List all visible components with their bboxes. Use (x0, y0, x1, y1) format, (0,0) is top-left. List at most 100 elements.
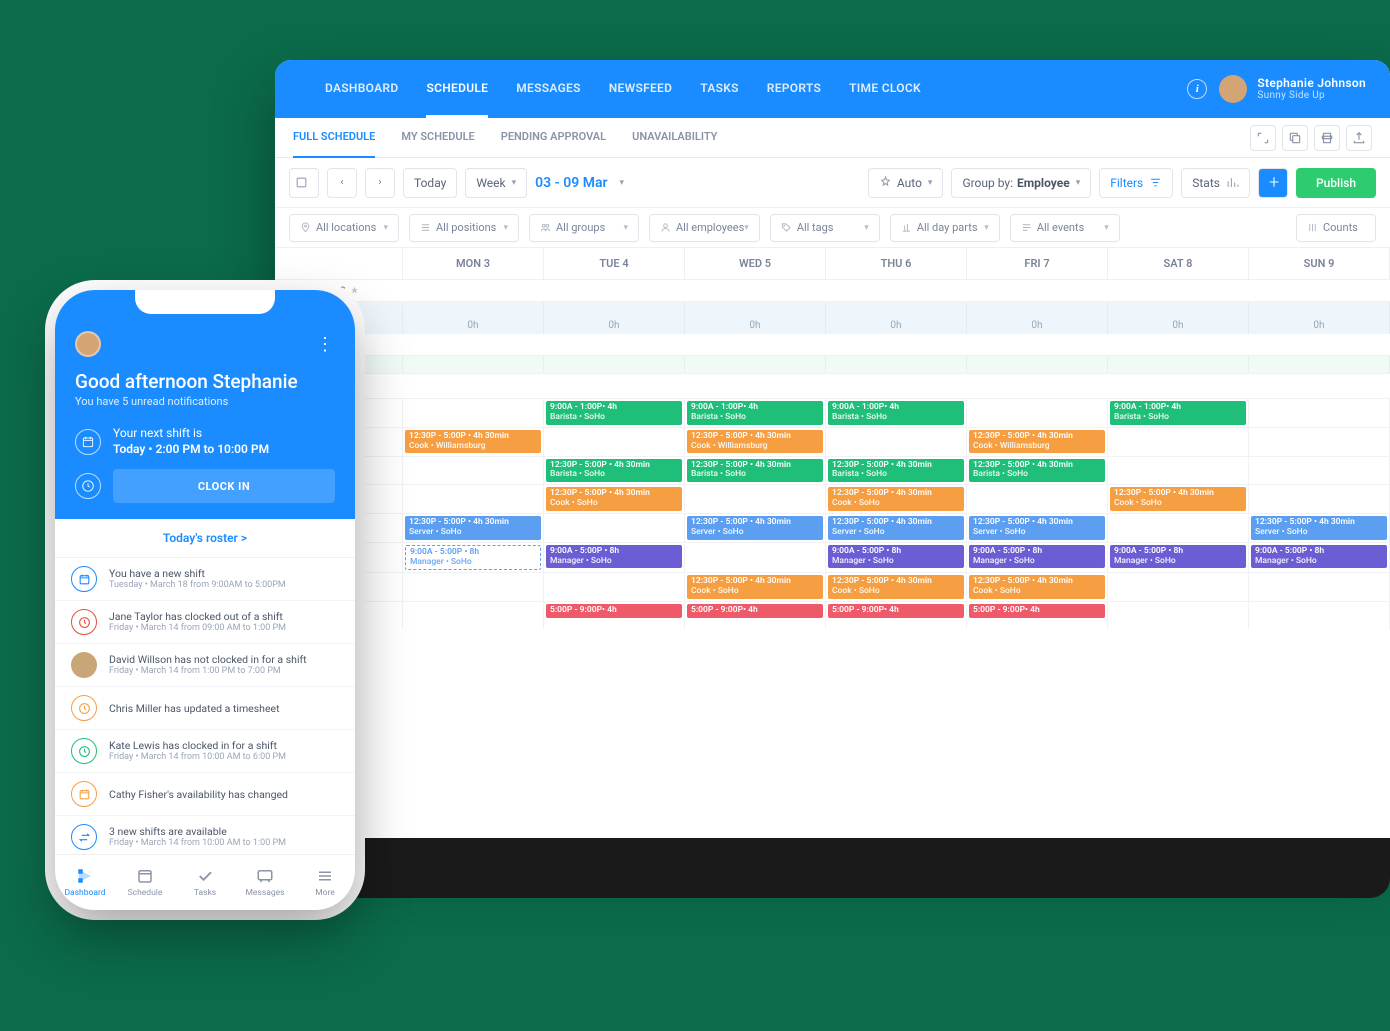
filters-button[interactable]: Filters (1099, 168, 1173, 198)
nav-schedule[interactable]: SCHEDULE (426, 61, 488, 118)
shift-cell[interactable] (403, 457, 544, 485)
checkbox-all[interactable] (289, 168, 319, 198)
range-chevron-icon[interactable]: ▾ (620, 178, 625, 188)
tab-more[interactable]: More (295, 855, 355, 910)
shift-cell[interactable] (1249, 399, 1390, 427)
shift-block[interactable]: 12:30P - 5:00P • 4h 30minCook • Williams… (969, 430, 1105, 454)
shift-cell[interactable] (685, 543, 826, 573)
shift-cell[interactable] (685, 485, 826, 513)
shift-block[interactable]: 12:30P - 5:00P • 4h 30minServer • SoHo (405, 516, 541, 540)
shift-block[interactable]: 9:00A - 1:00P• 4hBarista • SoHo (687, 401, 823, 425)
export-icon[interactable] (1346, 125, 1372, 151)
shift-cell[interactable] (544, 428, 685, 456)
nav-tasks[interactable]: TASKS (700, 61, 739, 118)
shift-cell[interactable] (403, 573, 544, 601)
shift-block[interactable]: 12:30P - 5:00P • 4h 30minCook • SoHo (1110, 487, 1246, 511)
prev-week-button[interactable]: ‹ (327, 168, 357, 198)
subnav-full-schedule[interactable]: FULL SCHEDULE (293, 117, 375, 158)
shift-cell[interactable]: 12:30P - 5:00P • 4h 30minServer • SoHo (1249, 514, 1390, 542)
shift-cell[interactable]: 9:00A - 1:00P• 4hBarista • SoHo (544, 399, 685, 427)
shift-block[interactable]: 12:30P - 5:00P • 4h 30minBarista • SoHo (546, 459, 682, 483)
filter-dayparts[interactable]: All day parts▾ (890, 214, 1000, 242)
shift-block[interactable]: 5:00P - 9:00P• 4h (828, 604, 964, 618)
notification-item[interactable]: Cathy Fisher's availability has changed (55, 773, 355, 816)
shift-cell[interactable]: 12:30P - 5:00P • 4h 30minBarista • SoHo (685, 457, 826, 485)
hours-cell[interactable]: 0h (1249, 302, 1390, 334)
shift-cell[interactable]: 5:00P - 9:00P• 4h (685, 602, 826, 629)
shift-cell[interactable]: 9:00A - 5:00P • 8hManager • SoHo (1108, 543, 1249, 573)
shift-cell[interactable] (1108, 602, 1249, 629)
shift-cell[interactable] (826, 428, 967, 456)
stats-button[interactable]: Stats (1181, 168, 1250, 198)
shift-cell[interactable] (403, 399, 544, 427)
filter-locations[interactable]: All locations▾ (289, 214, 399, 242)
shift-cell[interactable] (1249, 602, 1390, 629)
shift-cell[interactable] (1249, 457, 1390, 485)
shift-cell[interactable] (967, 485, 1108, 513)
shift-cell[interactable]: 12:30P - 5:00P • 4h 30minServer • SoHo (403, 514, 544, 542)
notification-item[interactable]: Kate Lewis has clocked in for a shiftFri… (55, 730, 355, 773)
more-menu-icon[interactable]: ⋮ (316, 334, 335, 355)
date-range[interactable]: 03 - 09 Mar (535, 175, 607, 191)
next-week-button[interactable]: › (365, 168, 395, 198)
shift-cell[interactable] (544, 573, 685, 601)
shift-cell[interactable] (967, 399, 1108, 427)
shift-block[interactable]: 9:00A - 1:00P• 4hBarista • SoHo (546, 401, 682, 425)
shift-block[interactable]: 12:30P - 5:00P • 4h 30minCook • SoHo (969, 575, 1105, 599)
shift-cell[interactable]: 12:30P - 5:00P • 4h 30minBarista • SoHo (826, 457, 967, 485)
todays-roster-link[interactable]: Today's roster > (55, 519, 355, 558)
nav-time-clock[interactable]: TIME CLOCK (849, 61, 921, 118)
hours-cell[interactable]: 0h (544, 302, 685, 334)
phone-avatar[interactable] (75, 331, 101, 357)
shift-block[interactable]: 5:00P - 9:00P• 4h (969, 604, 1105, 618)
shift-block[interactable]: 12:30P - 5:00P • 4h 30minCook • Williams… (687, 430, 823, 454)
shift-cell[interactable] (403, 602, 544, 629)
shift-block[interactable]: 12:30P - 5:00P • 4h 30minServer • SoHo (1251, 516, 1387, 540)
shift-block[interactable]: 5:00P - 9:00P• 4h (546, 604, 682, 618)
filter-events[interactable]: All events▾ (1010, 214, 1120, 242)
shift-block[interactable]: 12:30P - 5:00P • 4h 30minCook • SoHo (546, 487, 682, 511)
today-button[interactable]: Today (403, 168, 457, 198)
publish-button[interactable]: Publish (1296, 168, 1376, 198)
shift-block[interactable]: 12:30P - 5:00P • 4h 30minBarista • SoHo (969, 459, 1105, 483)
shift-cell[interactable]: 12:30P - 5:00P • 4h 30minServer • SoHo (685, 514, 826, 542)
shift-block[interactable]: 9:00A - 5:00P • 8hManager • SoHo (1110, 545, 1246, 569)
tab-dashboard[interactable]: Dashboard (55, 855, 115, 910)
hours-cell[interactable]: 0h (1108, 302, 1249, 334)
notification-item[interactable]: David Willson has not clocked in for a s… (55, 644, 355, 687)
filter-employees[interactable]: All employees▾ (649, 214, 760, 242)
subnav-unavailability[interactable]: UNAVAILABILITY (632, 117, 717, 158)
tab-messages[interactable]: Messages (235, 855, 295, 910)
shift-cell[interactable]: 9:00A - 5:00P • 8hManager • SoHo (967, 543, 1108, 573)
hours-cell[interactable]: 0h (826, 302, 967, 334)
shift-cell[interactable] (1108, 457, 1249, 485)
shift-cell[interactable]: 12:30P - 5:00P • 4h 30minCook • Williams… (685, 428, 826, 456)
shift-cell[interactable]: 9:00A - 5:00P • 8hManager • SoHo (1249, 543, 1390, 573)
shift-block[interactable]: 9:00A - 5:00P • 8hManager • SoHo (405, 545, 541, 571)
hours-cell[interactable]: 0h (685, 302, 826, 334)
shift-cell[interactable] (1108, 428, 1249, 456)
shift-cell[interactable]: 5:00P - 9:00P• 4h (544, 602, 685, 629)
clock-in-button[interactable]: CLOCK IN (113, 469, 335, 503)
shift-block[interactable]: 12:30P - 5:00P • 4h 30minCook • Williams… (405, 430, 541, 454)
tab-schedule[interactable]: Schedule (115, 855, 175, 910)
subnav-pending-approval[interactable]: PENDING APPROVAL (501, 117, 606, 158)
filter-groups[interactable]: All groups▾ (529, 214, 639, 242)
shift-block[interactable]: 12:30P - 5:00P • 4h 30minServer • SoHo (969, 516, 1105, 540)
shift-cell[interactable] (544, 514, 685, 542)
groupby-select[interactable]: Group by:Employee▾ (951, 168, 1091, 198)
shift-block[interactable]: 9:00A - 5:00P • 8hManager • SoHo (828, 545, 964, 569)
shift-cell[interactable]: 12:30P - 5:00P • 4h 30minCook • SoHo (967, 573, 1108, 601)
shift-block[interactable]: 12:30P - 5:00P • 4h 30minServer • SoHo (687, 516, 823, 540)
shift-block[interactable]: 9:00A - 1:00P• 4hBarista • SoHo (828, 401, 964, 425)
nav-reports[interactable]: REPORTS (767, 61, 821, 118)
user-name-block[interactable]: Stephanie Johnson Sunny Side Up (1257, 76, 1366, 102)
shift-cell[interactable]: 9:00A - 1:00P• 4hBarista • SoHo (1108, 399, 1249, 427)
shift-cell[interactable] (1249, 428, 1390, 456)
info-icon[interactable]: i (1187, 79, 1207, 99)
shift-cell[interactable]: 9:00A - 5:00P • 8hManager • SoHo (403, 543, 544, 573)
period-select[interactable]: Week▾ (465, 168, 527, 198)
nav-messages[interactable]: MESSAGES (516, 61, 581, 118)
shift-cell[interactable]: 12:30P - 5:00P • 4h 30minServer • SoHo (967, 514, 1108, 542)
shift-cell[interactable]: 12:30P - 5:00P • 4h 30minServer • SoHo (826, 514, 967, 542)
